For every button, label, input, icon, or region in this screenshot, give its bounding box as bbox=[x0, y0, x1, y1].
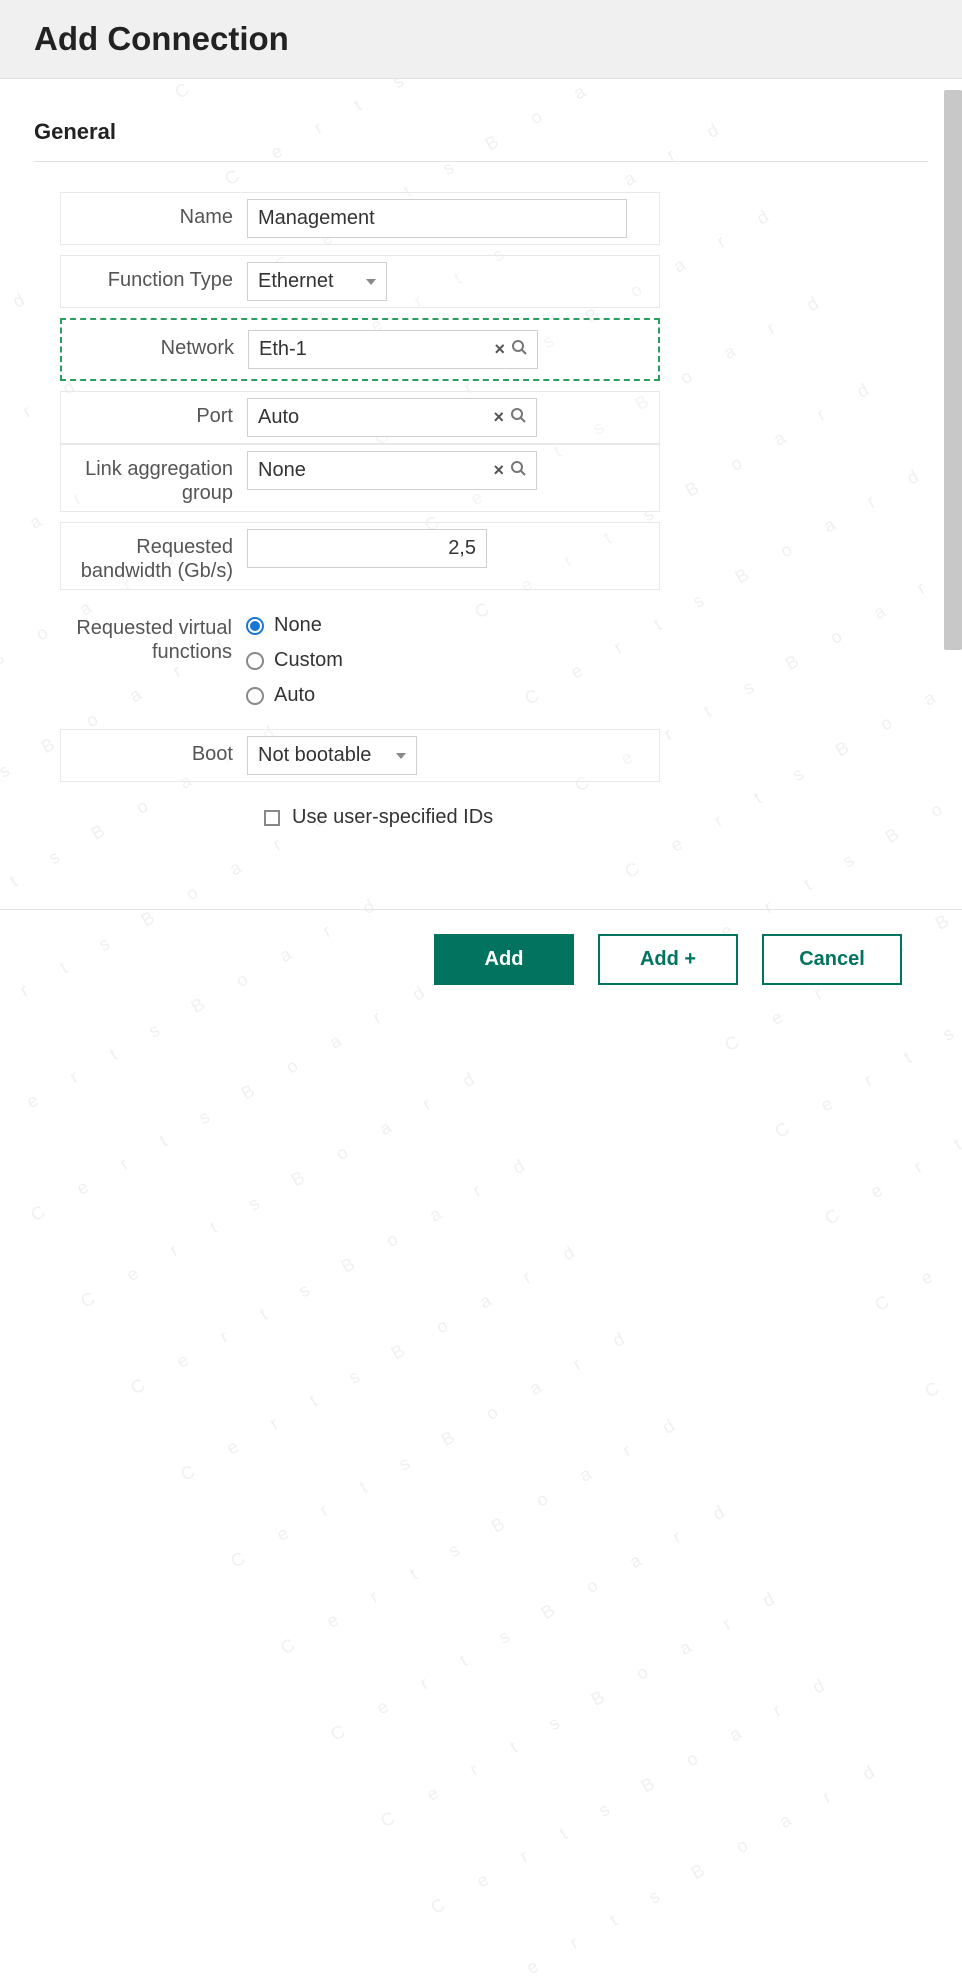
row-user-ids[interactable]: Use user-specified IDs bbox=[264, 806, 928, 829]
network-value: Eth-1 bbox=[259, 338, 494, 361]
radio-icon bbox=[246, 687, 264, 705]
radio-custom[interactable]: Custom bbox=[246, 643, 650, 678]
radio-auto-label: Auto bbox=[274, 684, 315, 707]
label-lag: Link aggregation group bbox=[61, 451, 247, 505]
search-icon[interactable] bbox=[510, 406, 526, 429]
clear-icon[interactable]: × bbox=[494, 339, 505, 360]
divider bbox=[34, 161, 928, 162]
label-bandwidth: Requested bandwidth (Gb/s) bbox=[61, 529, 247, 583]
add-plus-button[interactable]: Add + bbox=[598, 934, 738, 985]
dialog-title: Add Connection bbox=[34, 20, 928, 58]
label-name: Name bbox=[61, 199, 247, 229]
function-type-select[interactable]: Ethernet bbox=[247, 262, 387, 301]
cancel-button[interactable]: Cancel bbox=[762, 934, 902, 985]
content-area: General Name Management Function Type Et… bbox=[0, 79, 962, 879]
network-input[interactable]: Eth-1 × bbox=[248, 330, 538, 369]
label-port: Port bbox=[61, 398, 247, 428]
label-network: Network bbox=[62, 330, 248, 360]
lag-input[interactable]: None × bbox=[247, 451, 537, 490]
bandwidth-input[interactable]: 2,5 bbox=[247, 529, 487, 568]
clear-icon[interactable]: × bbox=[493, 407, 504, 428]
row-port: Port Auto × bbox=[60, 391, 660, 444]
row-boot: Boot Not bootable bbox=[60, 729, 660, 782]
bandwidth-value: 2,5 bbox=[448, 537, 476, 559]
radio-custom-label: Custom bbox=[274, 649, 343, 672]
port-value: Auto bbox=[258, 406, 493, 429]
search-icon[interactable] bbox=[511, 338, 527, 361]
clear-icon[interactable]: × bbox=[493, 460, 504, 481]
row-lag: Link aggregation group None × bbox=[60, 444, 660, 512]
section-general-title: General bbox=[34, 119, 928, 145]
label-boot: Boot bbox=[61, 736, 247, 766]
label-user-ids: Use user-specified IDs bbox=[292, 806, 493, 829]
radio-none-label: None bbox=[274, 614, 322, 637]
search-icon[interactable] bbox=[510, 459, 526, 482]
form: Name Management Function Type Ethernet N… bbox=[34, 192, 928, 829]
label-function-type: Function Type bbox=[61, 262, 247, 292]
row-virtual-functions: Requested virtual functions None Custom … bbox=[60, 600, 660, 719]
row-network: Network Eth-1 × bbox=[60, 318, 660, 381]
boot-select[interactable]: Not bootable bbox=[247, 736, 417, 775]
name-value: Management bbox=[258, 207, 375, 230]
add-button[interactable]: Add bbox=[434, 934, 574, 985]
row-bandwidth: Requested bandwidth (Gb/s) 2,5 bbox=[60, 522, 660, 590]
footer: Add Add + Cancel bbox=[0, 909, 962, 985]
lag-value: None bbox=[258, 459, 493, 482]
radio-icon bbox=[246, 652, 264, 670]
radio-none[interactable]: None bbox=[246, 608, 650, 643]
row-function-type: Function Type Ethernet bbox=[60, 255, 660, 308]
chevron-down-icon bbox=[396, 753, 406, 759]
name-input[interactable]: Management bbox=[247, 199, 627, 238]
boot-value: Not bootable bbox=[258, 744, 371, 767]
radio-auto[interactable]: Auto bbox=[246, 678, 650, 713]
chevron-down-icon bbox=[366, 279, 376, 285]
function-type-value: Ethernet bbox=[258, 270, 334, 293]
dialog-header: Add Connection bbox=[0, 0, 962, 79]
radio-icon bbox=[246, 617, 264, 635]
checkbox-icon[interactable] bbox=[264, 810, 280, 826]
label-virtual-functions: Requested virtual functions bbox=[60, 606, 246, 664]
port-input[interactable]: Auto × bbox=[247, 398, 537, 437]
row-name: Name Management bbox=[60, 192, 660, 245]
